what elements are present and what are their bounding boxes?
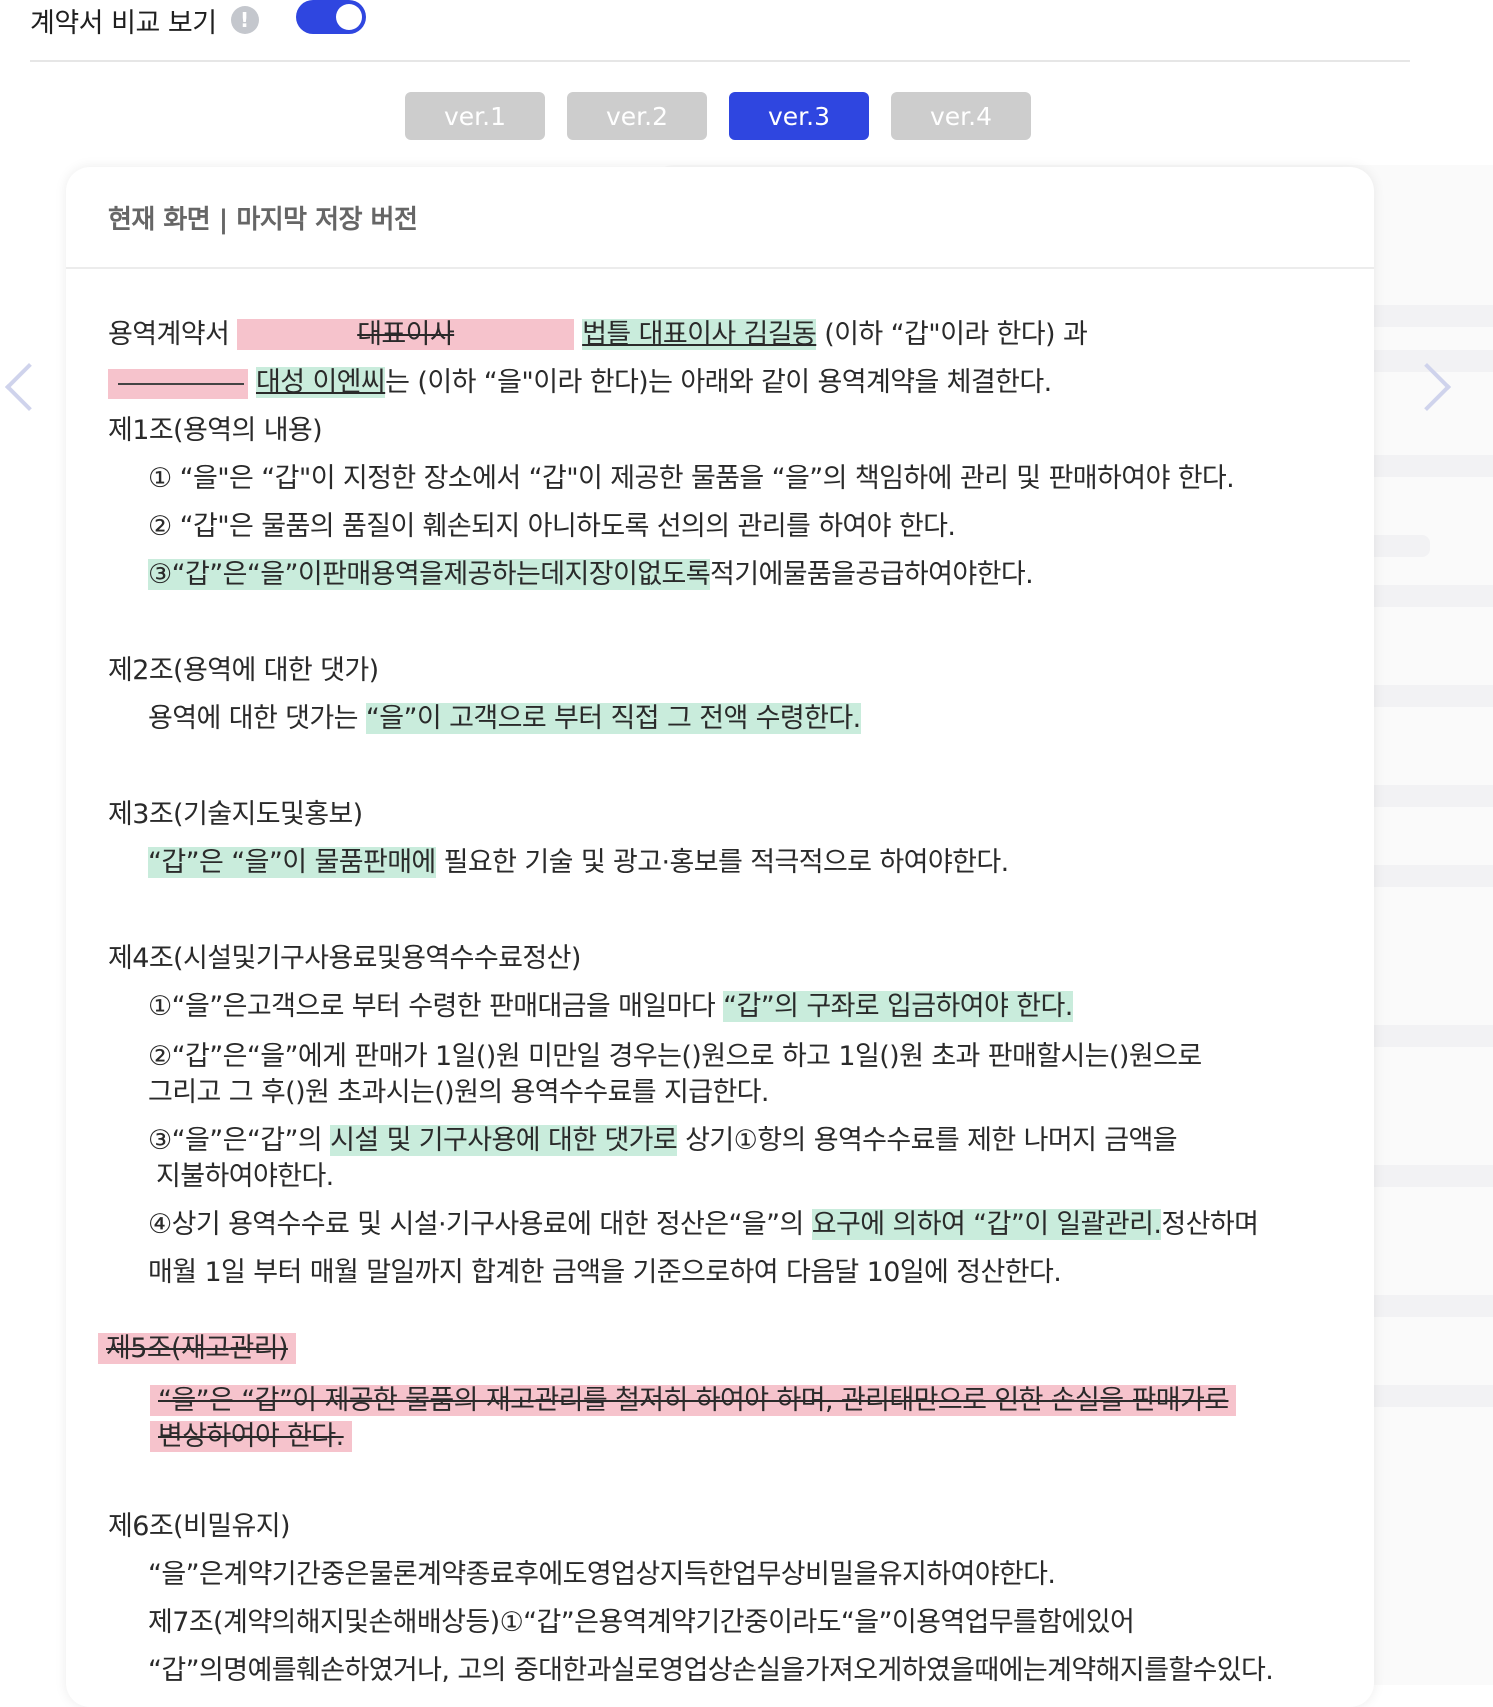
doc-line: ③“을”은“갑”의 시설 및 기구사용에 대한 댓가로 상기①항의 용역수수료를… — [108, 1123, 1374, 1159]
doc-line: ②“갑”은“을”에게 판매가 1일()원 미만일 경우는()원으로 하고 1일(… — [148, 1041, 1202, 1072]
header-divider — [30, 60, 1410, 62]
doc-line: 대성 이엔씨는 (이하 “을"이라 한다)는 아래와 같이 용역계약을 체결한다… — [108, 359, 1374, 407]
doc-line: ② “갑"은 물품의 품질이 훼손되지 아니하도록 선의의 관리를 하여야 한다… — [148, 511, 956, 542]
deleted-text: 제5조(재고관리) — [98, 1333, 296, 1364]
added-text: 법틀 대표이사 김길동 — [582, 319, 817, 350]
compare-toggle[interactable] — [296, 0, 366, 34]
doc-text: 용역계약서 — [108, 319, 238, 350]
doc-line: “갑”은 “을”이 물품판매에 필요한 기술 및 광고·홍보를 적극적으로 하여… — [108, 839, 1374, 887]
tab-ver-1[interactable]: ver.1 — [405, 92, 545, 140]
article-title: 제3조(기술지도및홍보) — [108, 799, 363, 830]
compare-header: 계약서 비교 보기 ! — [30, 0, 259, 40]
doc-line: “을”은 “갑”이 제공한 물품의 재고관리를 철저히 하여야 하며, 관리태만… — [108, 1383, 1374, 1419]
added-text: 대성 이엔씨 — [255, 367, 386, 398]
doc-line: 제7조(계약의해지및손해배상등)①“갑”은용역계약기간중이라도“을”이용역업무를… — [148, 1607, 1135, 1638]
doc-text: 상기①항의 용역수수료를 제한 나머지 금액을 — [677, 1125, 1178, 1156]
card-title: 현재 화면 | 마지막 저장 버전 — [66, 167, 1374, 269]
doc-text: (이하 “갑"이라 한다) 과 — [816, 319, 1088, 350]
doc-line: 용역에 대한 댓가는 “을”이 고객으로 부터 직접 그 전액 수령한다. — [108, 695, 1374, 743]
doc-text: 필요한 기술 및 광고·홍보를 적극적으로 하여야한다. — [435, 847, 1010, 878]
tab-ver-2[interactable]: ver.2 — [567, 92, 707, 140]
added-text: 시설 및 기구사용에 대한 댓가로 — [330, 1125, 678, 1156]
added-text: “갑”은 “을”이 물품판매에 — [148, 847, 436, 878]
added-text: “갑”의 구좌로 입금하여야 한다. — [723, 991, 1073, 1022]
doc-line: ③“갑”은“을”이판매용역을제공하는데지장이없도록적기에물품을공급하여야한다. — [108, 551, 1374, 599]
tab-ver-3[interactable]: ver.3 — [729, 92, 869, 140]
doc-text: 용역에 대한 댓가는 — [148, 703, 366, 734]
added-text: ③“갑”은“을”이판매용역을제공하는데지장이없도록 — [148, 559, 711, 590]
deleted-text: 대표이사 — [237, 319, 575, 350]
doc-line: 지불하여야한다. — [156, 1161, 334, 1192]
doc-line: 변상하여야 한다. — [108, 1419, 1374, 1455]
doc-line: ① “을"은 “갑"이 지정한 장소에서 “갑"이 제공한 물품을 “을”의 책… — [148, 463, 1235, 494]
added-text: 요구에 의하여 “갑”이 일괄관리. — [811, 1209, 1162, 1240]
version-tabs: ver.1 ver.2 ver.3 ver.4 — [405, 92, 1053, 140]
toggle-knob — [336, 4, 362, 30]
contract-card: 현재 화면 | 마지막 저장 버전 용역계약서 대표이사 법틀 대표이사 김길동… — [66, 167, 1374, 1707]
doc-line: 매월 1일 부터 매월 말일까지 합계한 금액을 기준으로하여 다음달 10일에… — [148, 1257, 1062, 1288]
doc-text: 적기에물품을공급하여야한다. — [709, 559, 1034, 590]
article-title: 제4조(시설및기구사용료및용역수수료정산) — [108, 943, 581, 974]
doc-line: ④상기 용역수수료 및 시설·기구사용료에 대한 정산은“을”의 요구에 의하여… — [108, 1201, 1374, 1249]
doc-line: 그리고 그 후()원 초과시는()원의 용역수수료를 지급한다. — [148, 1077, 770, 1108]
doc-text: ④상기 용역수수료 및 시설·기구사용료에 대한 정산은“을”의 — [148, 1209, 812, 1240]
doc-text: 는 (이하 “을"이라 한다)는 아래와 같이 용역계약을 체결한다. — [385, 367, 1052, 398]
page-title: 계약서 비교 보기 — [30, 7, 217, 39]
doc-text: ①“을”은고객으로 부터 수령한 판매대금을 매일마다 — [148, 991, 724, 1022]
deleted-text: 변상하여야 한다. — [150, 1421, 352, 1452]
deleted-text: “을”은 “갑”이 제공한 물품의 재고관리를 철저히 하여야 하며, 관리태만… — [150, 1385, 1237, 1416]
added-text: “을”이 고객으로 부터 직접 그 전액 수령한다. — [365, 703, 861, 734]
doc-line: 용역계약서 대표이사 법틀 대표이사 김길동 (이하 “갑"이라 한다) 과 — [108, 311, 1374, 359]
article-title: 제6조(비밀유지) — [108, 1511, 290, 1542]
article-title: 제2조(용역에 대한 댓가) — [108, 655, 379, 686]
info-icon[interactable]: ! — [230, 6, 259, 34]
doc-line: “갑”의명예를훼손하였거나, 고의 중대한과실로영업상손실을가져오게하였을때에는… — [148, 1655, 1274, 1686]
article-title-deleted: 제5조(재고관리) — [98, 1325, 1374, 1373]
doc-line: ①“을”은고객으로 부터 수령한 판매대금을 매일마다 “갑”의 구좌로 입금하… — [108, 983, 1374, 1031]
doc-text: ③“을”은“갑”의 — [148, 1125, 331, 1156]
doc-line: “을”은계약기간중은물론계약종료후에도영업상지득한업무상비밀을유지하여야한다. — [148, 1559, 1056, 1590]
article-title: 제1조(용역의 내용) — [108, 415, 323, 446]
doc-text: 정산하며 — [1161, 1209, 1259, 1240]
tab-ver-4[interactable]: ver.4 — [891, 92, 1031, 140]
deleted-blank — [108, 368, 248, 399]
contract-body: 용역계약서 대표이사 법틀 대표이사 김길동 (이하 “갑"이라 한다) 과 대… — [66, 269, 1374, 1695]
chevron-left-icon[interactable] — [4, 362, 54, 412]
